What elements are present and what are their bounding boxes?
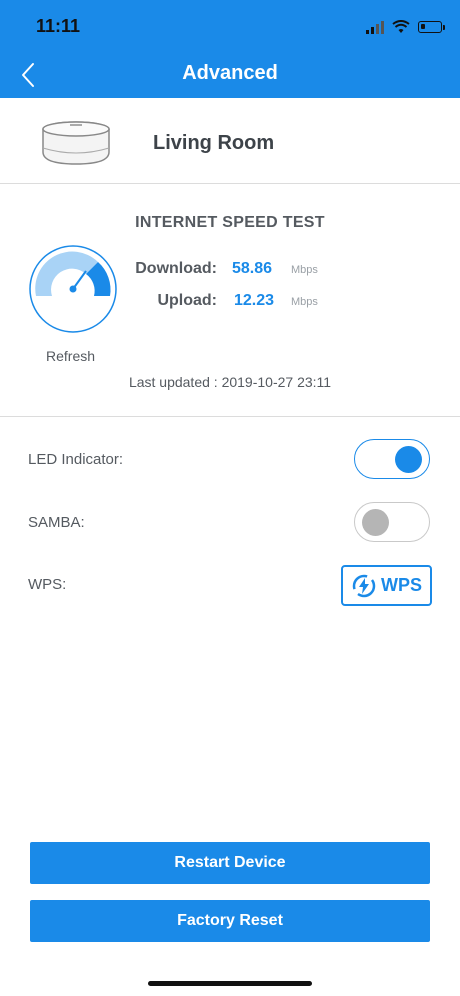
device-name: Living Room <box>153 132 275 154</box>
speed-test-heading: INTERNET SPEED TEST <box>135 214 325 231</box>
restart-device-button[interactable]: Restart Device <box>30 842 430 884</box>
wps-button[interactable]: WPS <box>341 565 432 606</box>
last-updated-text: Last updated : 2019-10-27 23:11 <box>128 374 332 390</box>
factory-reset-button[interactable]: Factory Reset <box>30 900 430 942</box>
download-value: 58.86 <box>232 260 273 277</box>
toggle-knob <box>362 509 389 536</box>
wps-label: WPS: <box>28 576 67 593</box>
battery-icon <box>418 21 445 33</box>
router-device-icon <box>42 121 110 165</box>
wifi-icon <box>392 20 410 33</box>
download-unit: Mbps <box>291 264 318 276</box>
toggle-knob <box>395 446 422 473</box>
upload-label: Upload: <box>157 292 217 309</box>
refresh-label: Refresh <box>46 348 96 364</box>
led-indicator-toggle[interactable] <box>354 439 430 479</box>
samba-label: SAMBA: <box>28 514 85 531</box>
home-indicator[interactable] <box>148 981 312 986</box>
led-indicator-label: LED Indicator: <box>28 451 124 468</box>
wps-icon <box>352 574 376 597</box>
upload-unit: Mbps <box>291 296 318 308</box>
status-time: 11:11 <box>36 16 81 36</box>
upload-value: 12.23 <box>234 292 275 309</box>
device-row: Living Room <box>0 98 460 184</box>
wps-button-label: WPS <box>380 575 422 595</box>
cellular-signal-icon <box>366 20 384 34</box>
samba-toggle[interactable] <box>354 502 430 542</box>
download-label: Download: <box>135 260 217 277</box>
speed-test-section: INTERNET SPEED TEST Refresh Download: 58… <box>0 184 460 417</box>
status-icons <box>366 18 445 36</box>
app-header: 11:11 Advanced <box>0 0 460 98</box>
page-title: Advanced <box>182 62 278 84</box>
speedometer-refresh-button[interactable] <box>28 244 118 334</box>
